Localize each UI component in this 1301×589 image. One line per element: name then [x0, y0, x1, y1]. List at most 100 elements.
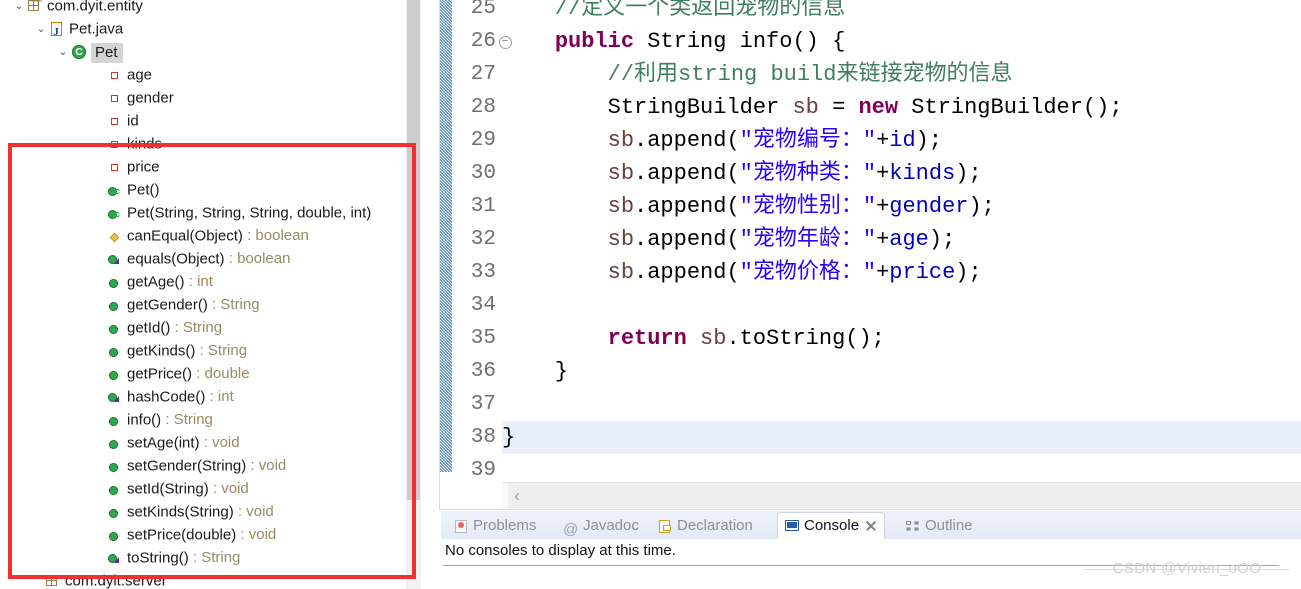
declaration-icon — [657, 519, 674, 534]
tree-item-return-type-value: void — [221, 480, 249, 497]
line-number: 26 — [470, 30, 496, 53]
chevron-left-icon[interactable]: ‹ — [508, 483, 526, 509]
line-number: 28 — [470, 96, 496, 119]
csdn-watermark: CSDN @Vivien_oOO — [1112, 560, 1262, 577]
tree-item[interactable]: ⌄ Pet.java — [0, 17, 421, 45]
tree-item[interactable]: setAge(int) : void — [0, 431, 421, 454]
tree-item[interactable]: getKinds() : String — [0, 339, 421, 362]
tab-javadoc[interactable]: Javadoc — [557, 513, 645, 543]
tree-item-label: setId(String) — [127, 480, 209, 498]
tree-item[interactable]: Pet(String, String, String, double, int) — [0, 201, 421, 226]
tree-item[interactable]: toString() : String — [0, 546, 421, 569]
tree-item[interactable]: Pet() — [0, 178, 421, 203]
tree-item[interactable]: getId() : String — [0, 316, 421, 339]
tree-item[interactable]: getGender() : String — [0, 293, 421, 316]
method-icon — [106, 527, 123, 543]
tab-outline[interactable]: Outline — [899, 513, 979, 539]
tree-item[interactable]: gender — [0, 86, 421, 109]
tree-item[interactable]: id — [0, 109, 421, 132]
tree-item[interactable]: com.dyit.server — [0, 569, 421, 589]
bottom-tab-strip: Problems Javadoc Declaration Console Outline — [441, 511, 1301, 543]
code-token: + — [876, 128, 890, 153]
code-line[interactable]: return sb.toString(); — [502, 322, 1301, 355]
java-code-editor[interactable]: 25 26−27 28 29 30 31 32 33 34 35 36 37 38 39 //定义一个类返… — [439, 0, 1301, 510]
code-token: ); — [968, 194, 995, 219]
code-line[interactable] — [502, 388, 1301, 421]
method-icon — [106, 481, 123, 497]
tree-item[interactable]: ⌄ com.dyit.entity — [0, 0, 421, 17]
code-token: kinds — [889, 161, 956, 186]
code-token: sb — [607, 227, 635, 252]
code-line[interactable]: public String info() { — [502, 25, 1301, 58]
tree-item-label: com.dyit.server — [65, 572, 167, 589]
code-line[interactable]: sb.append("宠物性别："+gender); — [502, 190, 1301, 223]
tree-item-return-type: : int — [205, 388, 234, 405]
code-line[interactable]: } — [502, 355, 1301, 388]
explorer-scrollbar-thumb[interactable] — [407, 0, 420, 500]
tree-item[interactable]: equals(Object) : boolean — [0, 247, 421, 270]
code-line[interactable]: sb.append("宠物年龄："+age); — [502, 223, 1301, 256]
editor-code-area[interactable]: //定义一个类返回宠物的信息 public String info() { //… — [502, 0, 1301, 480]
code-token: age — [889, 227, 929, 252]
tree-item[interactable]: age — [0, 63, 421, 86]
tree-item[interactable]: hashCode() : int — [0, 385, 421, 408]
code-line[interactable]: StringBuilder sb = new StringBuilder(); — [502, 91, 1301, 124]
line-number: 27 — [470, 63, 496, 86]
code-token: ); — [955, 161, 982, 186]
tree-item-label: toString() — [127, 549, 189, 567]
code-token: //定义一个类返回宠物的信息 — [554, 0, 846, 21]
field-icon — [106, 136, 123, 152]
tree-item[interactable]: price — [0, 155, 421, 178]
tree-item-return-type-value: void — [212, 434, 240, 451]
tree-item-return-type-value: int — [197, 273, 213, 290]
tab-problems[interactable]: Problems — [447, 513, 542, 539]
code-token: new — [858, 95, 899, 120]
tab-declaration[interactable]: Declaration — [651, 513, 759, 539]
editor-horizontal-scrollbar[interactable]: ‹ — [502, 482, 1301, 509]
code-token: sb — [792, 95, 819, 120]
tree-item-return-type-value: String — [220, 296, 260, 313]
code-line[interactable]: sb.append("宠物编号："+id); — [502, 124, 1301, 157]
tree-item-return-type-value: void — [258, 457, 287, 474]
tree-item-return-type-value: String — [182, 319, 223, 336]
tree-item[interactable]: ⌄ Pet — [0, 40, 421, 63]
tree-item-label: Pet.java — [69, 20, 124, 38]
override-method-icon — [106, 251, 123, 267]
tree-item[interactable]: kinds — [0, 132, 421, 155]
code-line[interactable] — [502, 454, 1301, 480]
line-number: 25 — [470, 0, 496, 20]
code-line[interactable]: //定义一个类返回宠物的信息 — [502, 0, 1301, 25]
method-icon — [106, 504, 123, 520]
code-token: .append( — [634, 128, 740, 153]
tree-item[interactable]: setPrice(double) : void — [0, 523, 421, 546]
chevron-down-icon[interactable]: ⌄ — [12, 0, 26, 18]
chevron-down-icon[interactable]: ⌄ — [34, 18, 48, 41]
tree-item[interactable]: setKinds(String) : void — [0, 500, 421, 523]
code-line[interactable]: sb.append("宠物种类："+kinds); — [502, 157, 1301, 190]
chevron-down-icon[interactable]: ⌄ — [56, 41, 70, 64]
tree-item[interactable]: canEqual(Object) : boolean — [0, 224, 421, 247]
close-icon[interactable] — [864, 519, 878, 533]
code-line[interactable]: //利用string build来链接宠物的信息 — [502, 58, 1301, 91]
code-line[interactable]: sb.append("宠物价格："+price); — [502, 256, 1301, 289]
tree-item-label: Pet — [91, 42, 123, 63]
tree-item[interactable]: getAge() : int — [0, 270, 421, 293]
code-line[interactable]: } — [502, 421, 1301, 454]
code-token: .append( — [634, 161, 740, 186]
code-token: String — [647, 29, 727, 54]
explorer-vertical-scrollbar[interactable] — [406, 0, 421, 589]
code-line[interactable] — [502, 289, 1301, 322]
tab-console[interactable]: Console — [777, 512, 886, 539]
editor-region: 25 26−27 28 29 30 31 32 33 34 35 36 37 38 39 //定义一个类返… — [421, 0, 1301, 589]
tree-item[interactable]: setId(String) : void — [0, 477, 421, 500]
code-token: + — [876, 227, 890, 252]
tree-item[interactable]: info() : String — [0, 408, 421, 431]
tree-item[interactable]: getPrice() : double — [0, 362, 421, 385]
tree-item[interactable]: setGender(String) : void — [0, 454, 421, 477]
tree-item-label: getKinds() — [127, 342, 196, 360]
